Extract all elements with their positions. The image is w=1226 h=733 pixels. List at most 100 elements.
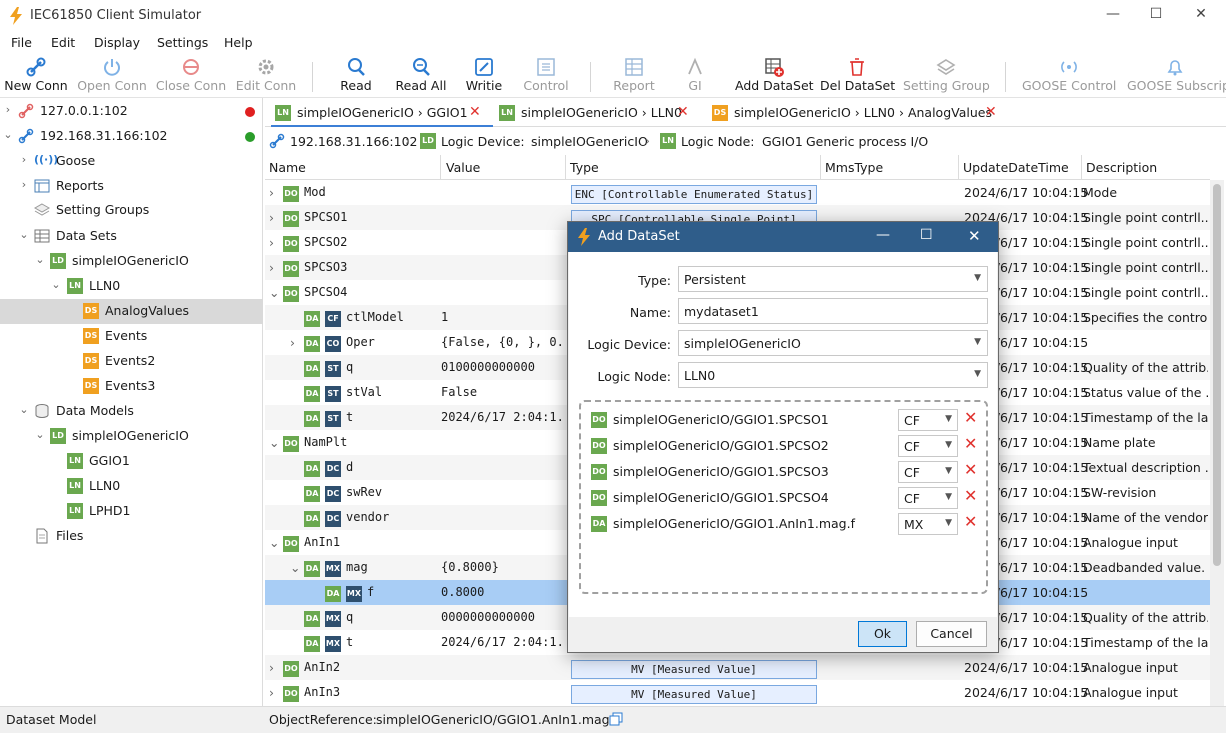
column-header[interactable]: Type	[570, 160, 599, 175]
tree-item-reports[interactable]: › Reports	[0, 174, 263, 199]
tree-item-ds-ln[interactable]: ⌄ LN LLN0	[0, 274, 263, 299]
fc-select[interactable]: CF ▼	[898, 409, 958, 431]
new-conn-button[interactable]: New Conn	[2, 52, 70, 98]
menu-display[interactable]: Display	[94, 35, 140, 50]
dataset-member-row[interactable]: DO simpleIOGenericIO/GGIO1.SPCSO1 CF ▼ ✕	[581, 407, 986, 433]
close-tab-icon[interactable]: ✕	[469, 104, 481, 120]
logic-device-select[interactable]: simpleIOGenericIO ▼	[678, 330, 988, 356]
chevron-down-icon[interactable]: ⌄	[18, 403, 30, 416]
chevron-right-icon[interactable]: ›	[269, 260, 274, 275]
vertical-scrollbar[interactable]	[1210, 180, 1224, 706]
crumb-ln-value[interactable]: GGIO1	[762, 134, 803, 149]
chevron-right-icon[interactable]: ›	[269, 210, 274, 225]
dialog-close-button[interactable]: ✕	[968, 227, 981, 245]
remove-member-icon[interactable]: ✕	[964, 460, 977, 479]
logic-node-select[interactable]: LLN0 ▼	[678, 362, 988, 388]
chevron-down-icon[interactable]: ⌄	[34, 253, 46, 266]
copy-icon[interactable]	[609, 712, 623, 726]
tree-server-2[interactable]: ⌄ 192.168.31.166:102	[0, 124, 263, 149]
column-header[interactable]: UpdateDateTime	[963, 160, 1069, 175]
tree-item-dataset[interactable]: DS Events3	[0, 374, 263, 399]
close-tab-icon[interactable]: ✕	[985, 104, 997, 120]
tree-item-ds-ld[interactable]: ⌄ LD simpleIOGenericIO	[0, 249, 263, 274]
tree-item-setting-groups[interactable]: Setting Groups	[0, 198, 263, 223]
menu-file[interactable]: File	[11, 35, 32, 50]
chevron-down-icon[interactable]: ⌄	[50, 278, 62, 291]
chevron-down-icon[interactable]: ⌄	[34, 428, 46, 441]
table-row[interactable]: › DO AnIn2 MV [Measured Value] 2024/6/17 10:…	[265, 655, 1210, 680]
tree-item-files[interactable]: Files	[0, 524, 263, 549]
menu-help[interactable]: Help	[224, 35, 253, 50]
tree-item-goose[interactable]: › ((·)) Goose	[0, 149, 263, 174]
close-button[interactable]: ✕	[1191, 6, 1211, 26]
goose-subscript-button[interactable]: GOOSE Subscript	[1124, 52, 1226, 98]
goose-control-button[interactable]: GOOSE Control	[1022, 52, 1116, 98]
dataset-member-row[interactable]: DO simpleIOGenericIO/GGIO1.SPCSO2 CF ▼ ✕	[581, 433, 986, 459]
chevron-down-icon[interactable]: ⌄	[2, 128, 14, 141]
fc-select[interactable]: CF ▼	[898, 461, 958, 483]
column-header[interactable]: Description	[1086, 160, 1157, 175]
remove-member-icon[interactable]: ✕	[964, 486, 977, 505]
remove-member-icon[interactable]: ✕	[964, 434, 977, 453]
menu-edit[interactable]: Edit	[51, 35, 75, 50]
ok-button[interactable]: Ok	[858, 621, 907, 647]
column-header[interactable]: Value	[446, 160, 480, 175]
tree-item-dataset[interactable]: DS Events2	[0, 349, 263, 374]
chevron-down-icon[interactable]: ⌄	[18, 228, 30, 241]
tree-item-dataset[interactable]: DS AnalogValues	[0, 299, 263, 324]
type-select[interactable]: Persistent ▼	[678, 266, 988, 292]
close-tab-icon[interactable]: ✕	[677, 104, 689, 120]
close-conn-button[interactable]: Close Conn	[154, 52, 228, 98]
tree-item-dm-ln[interactable]: LN GGIO1	[0, 449, 263, 474]
chevron-down-icon[interactable]: ⌄	[290, 560, 300, 575]
menu-settings[interactable]: Settings	[157, 35, 208, 50]
fc-select[interactable]: CF ▼	[898, 435, 958, 457]
chevron-down-icon[interactable]: ⌄	[269, 285, 279, 300]
chevron-down-icon[interactable]: ⌄	[269, 435, 279, 450]
maximize-button[interactable]: ☐	[1146, 6, 1166, 26]
dataset-member-row[interactable]: DA simpleIOGenericIO/GGIO1.AnIn1.mag.f M…	[581, 511, 986, 537]
tree-item-data-models[interactable]: ⌄ Data Models	[0, 399, 263, 424]
gi-button[interactable]: GI	[670, 52, 720, 98]
report-button[interactable]: Report	[606, 52, 662, 98]
tree-item-data-sets[interactable]: ⌄ Data Sets	[0, 224, 263, 249]
fc-select[interactable]: CF ▼	[898, 487, 958, 509]
chevron-right-icon[interactable]: ›	[269, 235, 274, 250]
cancel-button[interactable]: Cancel	[916, 621, 987, 647]
setting-group-button[interactable]: Setting Group	[903, 52, 990, 98]
remove-member-icon[interactable]: ✕	[964, 408, 977, 427]
chevron-right-icon[interactable]: ›	[269, 685, 274, 700]
tree-item-dataset[interactable]: DS Events	[0, 324, 263, 349]
chevron-right-icon[interactable]: ›	[18, 153, 30, 166]
crumb-ld-value[interactable]: simpleIOGenericIO	[531, 134, 648, 149]
chevron-right-icon[interactable]: ›	[290, 335, 295, 350]
maximize-button[interactable]: ☐	[920, 227, 933, 243]
crumb-server[interactable]: 192.168.31.166:102	[290, 134, 417, 149]
table-row[interactable]: › DO Mod ENC [Controllable Enumerated Statu…	[265, 180, 1210, 205]
remove-member-icon[interactable]: ✕	[964, 512, 977, 531]
dataset-members-box[interactable]: DO simpleIOGenericIO/GGIO1.SPCSO1 CF ▼ ✕ …	[579, 400, 988, 594]
tree-item-dm-ln[interactable]: LN LLN0	[0, 474, 263, 499]
tree-item-dm-ld[interactable]: ⌄ LD simpleIOGenericIO	[0, 424, 263, 449]
dataset-member-row[interactable]: DO simpleIOGenericIO/GGIO1.SPCSO3 CF ▼ ✕	[581, 459, 986, 485]
chevron-right-icon[interactable]: ›	[18, 178, 30, 191]
chevron-down-icon[interactable]: ⌄	[269, 535, 279, 550]
column-header[interactable]: MmsType	[825, 160, 883, 175]
tree-server-1[interactable]: › 127.0.0.1:102	[0, 99, 263, 124]
chevron-right-icon[interactable]: ›	[2, 103, 14, 116]
edit-conn-button[interactable]: Edit Conn	[232, 52, 300, 98]
tab-analogvalues[interactable]: DS simpleIOGenericIO › LLN0 › AnalogValu…	[708, 100, 1008, 127]
dataset-member-row[interactable]: DO simpleIOGenericIO/GGIO1.SPCSO4 CF ▼ ✕	[581, 485, 986, 511]
write-button[interactable]: Writie	[458, 52, 510, 98]
chevron-right-icon[interactable]: ›	[269, 185, 274, 200]
control-button[interactable]: Control	[518, 52, 574, 98]
minimize-button[interactable]: —	[1103, 6, 1123, 26]
tree-item-dm-ln[interactable]: LN LPHD1	[0, 499, 263, 524]
add-dataset-button[interactable]: Add DataSet	[735, 52, 814, 98]
chevron-right-icon[interactable]: ›	[269, 660, 274, 675]
column-header[interactable]: Name	[269, 160, 306, 175]
scrollbar-thumb[interactable]	[1213, 184, 1221, 566]
read-button[interactable]: Read	[326, 52, 386, 98]
tab-lln0[interactable]: LN simpleIOGenericIO › LLN0 ✕	[495, 100, 701, 127]
del-dataset-button[interactable]: Del DataSet	[820, 52, 895, 98]
